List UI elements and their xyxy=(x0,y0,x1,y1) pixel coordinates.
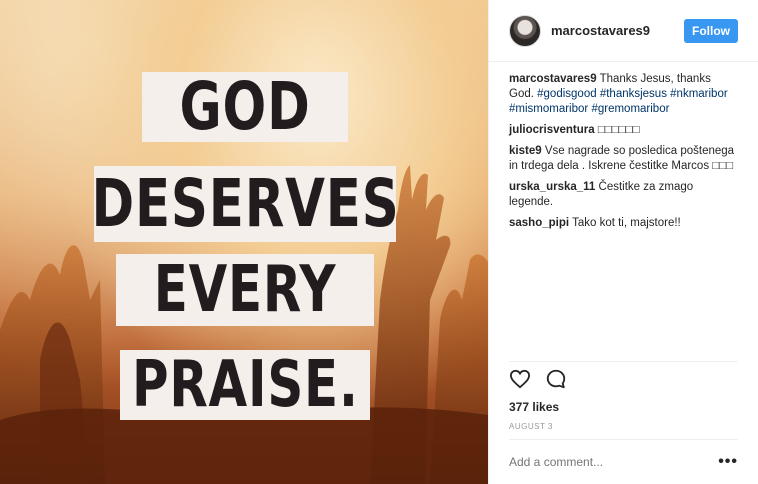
comment-username[interactable]: kiste9 xyxy=(509,145,542,157)
comment-item: juliocrisventura □□□□□□ xyxy=(509,123,738,138)
hashtag-link[interactable]: #mismomaribor xyxy=(509,103,588,115)
image-word-box: EVERY xyxy=(116,254,374,326)
comment-username[interactable]: sasho_pipi xyxy=(509,217,569,229)
caption: marcostavares9 Thanks Jesus, thanks God.… xyxy=(509,72,738,117)
add-comment-input[interactable] xyxy=(509,455,709,469)
follow-button[interactable]: Follow xyxy=(684,18,738,43)
comment-username[interactable]: juliocrisventura xyxy=(509,124,595,136)
likes-count[interactable]: 377 likes xyxy=(509,400,738,414)
hashtag-link[interactable]: #thanksjesus xyxy=(600,88,667,100)
caption-username[interactable]: marcostavares9 xyxy=(509,73,597,85)
post-sidebar: marcostavares9 Follow marcostavares9 Tha… xyxy=(488,0,758,484)
image-word: PRAISE. xyxy=(131,348,359,422)
speech-bubble-icon[interactable] xyxy=(545,368,567,395)
hashtag-link[interactable]: #gremomaribor xyxy=(591,103,669,115)
image-word: GOD xyxy=(179,68,311,145)
hashtag-link[interactable]: #nkmaribor xyxy=(670,88,728,100)
comment-item: kiste9 Vse nagrade so posledica pošteneg… xyxy=(509,144,738,174)
more-options-icon[interactable]: ••• xyxy=(718,453,738,471)
post-date[interactable]: AUGUST 3 xyxy=(509,422,738,439)
add-comment-bar: ••• xyxy=(509,439,738,484)
image-word-box: GOD xyxy=(142,72,348,142)
image-word-box: PRAISE. xyxy=(120,350,370,420)
post-header: marcostavares9 Follow xyxy=(489,0,758,62)
post-actions: 377 likes AUGUST 3 xyxy=(509,361,738,439)
instagram-post: GOD DESERVES EVERY PRAISE. marcostavares… xyxy=(0,0,758,484)
hashtag-link[interactable]: #godisgood xyxy=(537,88,596,100)
comment-item: urska_urska_11 Čestitke za zmago legende… xyxy=(509,180,738,210)
comment-text: □□□□□□ xyxy=(597,124,640,136)
comment-text: Tako kot ti, majstore!! xyxy=(572,217,681,229)
image-word: EVERY xyxy=(153,253,337,327)
action-icons xyxy=(509,368,738,395)
post-author-username[interactable]: marcostavares9 xyxy=(551,23,684,38)
image-word: DESERVES xyxy=(90,165,400,242)
comment-item: sasho_pipi Tako kot ti, majstore!! xyxy=(509,216,738,231)
comment-username[interactable]: urska_urska_11 xyxy=(509,181,595,193)
avatar[interactable] xyxy=(509,14,541,47)
comments-list: marcostavares9 Thanks Jesus, thanks God.… xyxy=(489,62,758,361)
comment-text: Vse nagrade so posledica poštenega in tr… xyxy=(509,145,735,172)
image-word-box: DESERVES xyxy=(90,165,400,242)
heart-icon[interactable] xyxy=(509,369,531,394)
post-image[interactable]: GOD DESERVES EVERY PRAISE. xyxy=(0,0,488,484)
